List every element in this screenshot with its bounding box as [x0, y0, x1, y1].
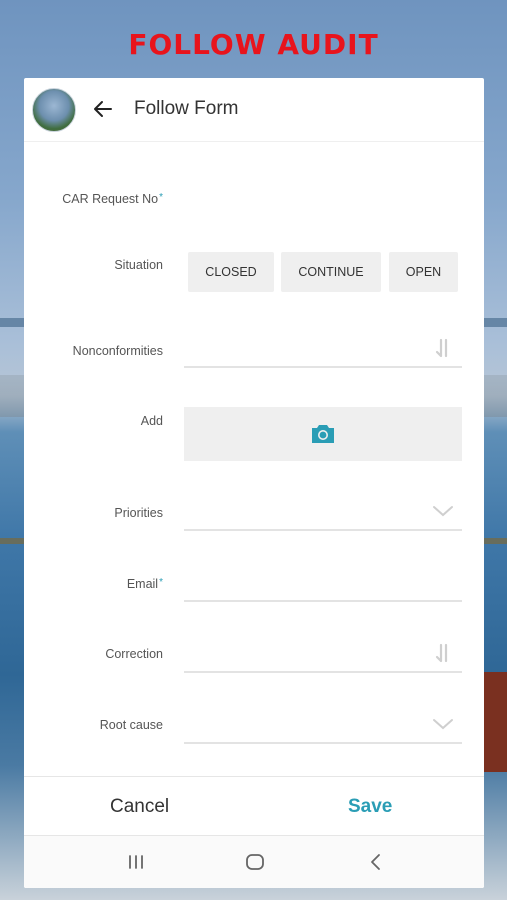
- save-button[interactable]: Save: [348, 796, 392, 818]
- nonconformities-label: Nonconformities: [72, 344, 163, 358]
- banner-title: FOLLOW AUDIT: [128, 28, 379, 61]
- home-icon: [246, 854, 264, 870]
- add-photo-button[interactable]: [184, 407, 462, 461]
- app-header: Follow Form: [24, 78, 484, 142]
- back-nav-icon: [371, 854, 380, 870]
- nav-back-button[interactable]: [364, 850, 388, 874]
- required-mark: *: [159, 192, 163, 203]
- root-cause-dropdown[interactable]: [184, 710, 462, 744]
- sort-down-icon: [435, 643, 448, 663]
- email-label: Email*: [127, 577, 163, 591]
- system-navigation-bar: [24, 836, 484, 888]
- correction-field[interactable]: [184, 640, 462, 673]
- add-label: Add: [140, 414, 163, 428]
- arrow-left-icon: [94, 101, 112, 117]
- priorities-dropdown[interactable]: [184, 498, 462, 531]
- follow-form-card: Follow Form CAR Request No* Situation CL…: [24, 78, 484, 888]
- cancel-button[interactable]: Cancel: [110, 796, 169, 818]
- email-field[interactable]: [184, 570, 462, 602]
- background-boat: [481, 672, 507, 772]
- priorities-label: Priorities: [114, 506, 163, 520]
- situation-open-button[interactable]: OPEN: [389, 252, 458, 292]
- form-actions: Cancel Save: [24, 776, 484, 836]
- recent-apps-icon: [129, 855, 143, 869]
- situation-label: Situation: [114, 258, 163, 272]
- car-request-label: CAR Request No*: [62, 192, 163, 206]
- situation-continue-button[interactable]: CONTINUE: [281, 252, 381, 292]
- chevron-down-icon: [433, 506, 453, 517]
- nonconformities-field[interactable]: [184, 336, 462, 368]
- home-button[interactable]: [243, 850, 267, 874]
- recent-apps-button[interactable]: [124, 850, 148, 874]
- email-label-text: Email: [126, 577, 159, 591]
- car-request-label-text: CAR Request No: [62, 192, 159, 206]
- root-cause-label: Root cause: [99, 718, 163, 732]
- chevron-down-icon: [433, 719, 453, 730]
- avatar[interactable]: [32, 88, 76, 132]
- back-button[interactable]: [90, 96, 116, 122]
- page-title: Follow Form: [134, 98, 239, 119]
- required-mark: *: [159, 577, 163, 588]
- correction-label: Correction: [105, 647, 163, 661]
- camera-icon: [312, 425, 334, 443]
- sort-down-icon: [435, 338, 448, 358]
- situation-closed-button[interactable]: CLOSED: [188, 252, 274, 292]
